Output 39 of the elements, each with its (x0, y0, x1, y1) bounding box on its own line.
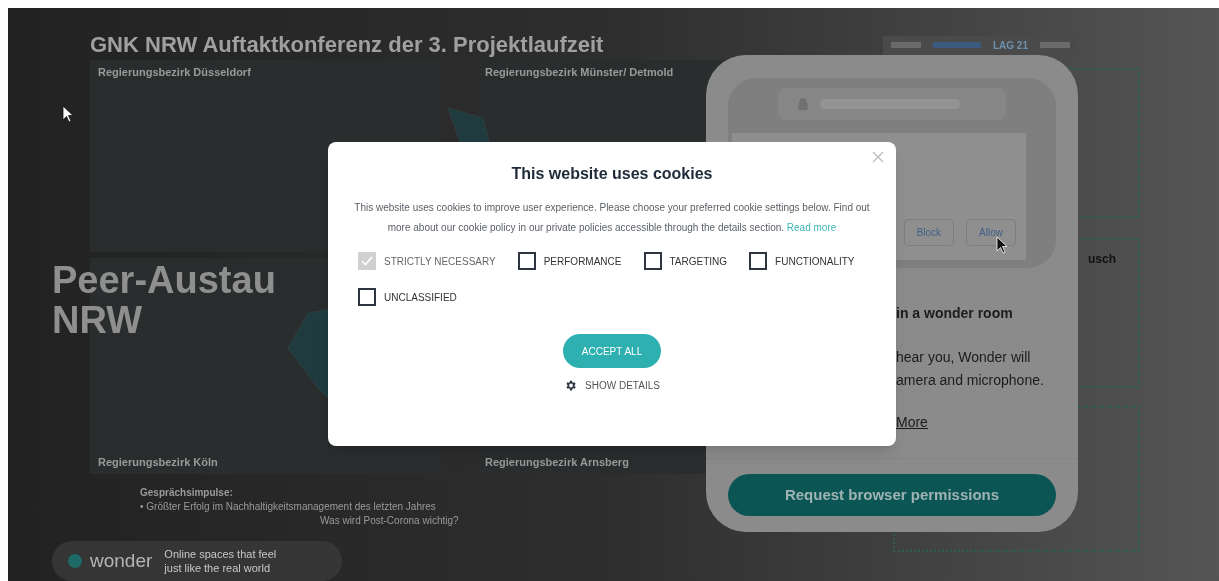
logo-text: LAG 21 (993, 38, 1028, 53)
logo-block (891, 42, 921, 48)
request-permissions-button[interactable]: Request browser permissions (728, 474, 1056, 516)
prompt-text: Was wird Post-Corona wichtig? (319, 514, 459, 528)
logo-block (1040, 42, 1070, 48)
card-heading: in a wonder room (896, 304, 1014, 323)
region-label: Regierungsbezirk Köln (98, 454, 219, 470)
headline-text: NRW (52, 300, 144, 340)
checkbox[interactable] (643, 252, 662, 270)
region-label: Regierungsbezirk Münster/ Detmold (485, 65, 675, 80)
card-text: hear you, Wonder will (896, 348, 1032, 367)
show-details-button[interactable]: SHOW DETAILS (564, 378, 660, 393)
check-icon (361, 256, 373, 266)
tagline-text: just like the real world (164, 561, 272, 575)
close-icon (872, 151, 884, 163)
checkbox[interactable] (517, 252, 536, 270)
checkbox[interactable] (358, 288, 376, 306)
cookie-option[interactable]: UNCLASSIFIED (358, 288, 457, 306)
cookie-option[interactable]: PERFORMANCE (517, 252, 622, 270)
prompts-heading: Gesprächsimpulse: (140, 486, 233, 500)
partial-label: usch (1088, 251, 1116, 268)
headline-text: Peer-Austau (52, 260, 276, 300)
region-label: Regierungsbezirk Arnsberg (485, 454, 630, 470)
tagline-text: Online spaces that feel (164, 547, 277, 561)
gear-icon (564, 379, 578, 392)
mouse-pointer-icon (996, 236, 1008, 254)
brand-name: wonder (90, 548, 153, 573)
cookie-option[interactable]: TARGETING (643, 252, 728, 270)
checkbox[interactable] (749, 252, 768, 270)
cookie-option[interactable]: FUNCTIONALITY (749, 252, 855, 270)
card-text: amera and microphone. (896, 371, 1045, 390)
slide-title: GNK NRW Auftaktkonferenz der 3. Projektlaufzeit (90, 31, 604, 59)
dialog-title: This website uses cookies (511, 164, 713, 184)
more-link[interactable]: More (896, 412, 1078, 433)
mouse-pointer-icon (62, 105, 74, 123)
region-label: Regierungsbezirk Düsseldorf (98, 65, 252, 80)
logo-block (933, 42, 981, 48)
prompt-text: • Größter Erfolg im Nachhaltigkeitsmanagement des letzten Jahres (140, 500, 436, 514)
dialog-text: This website uses cookies to improve user experience. Please choose your preferred cookie settings below. Find out more about our cookie policy in our private policies accessible through the details section. Read more (353, 201, 871, 235)
